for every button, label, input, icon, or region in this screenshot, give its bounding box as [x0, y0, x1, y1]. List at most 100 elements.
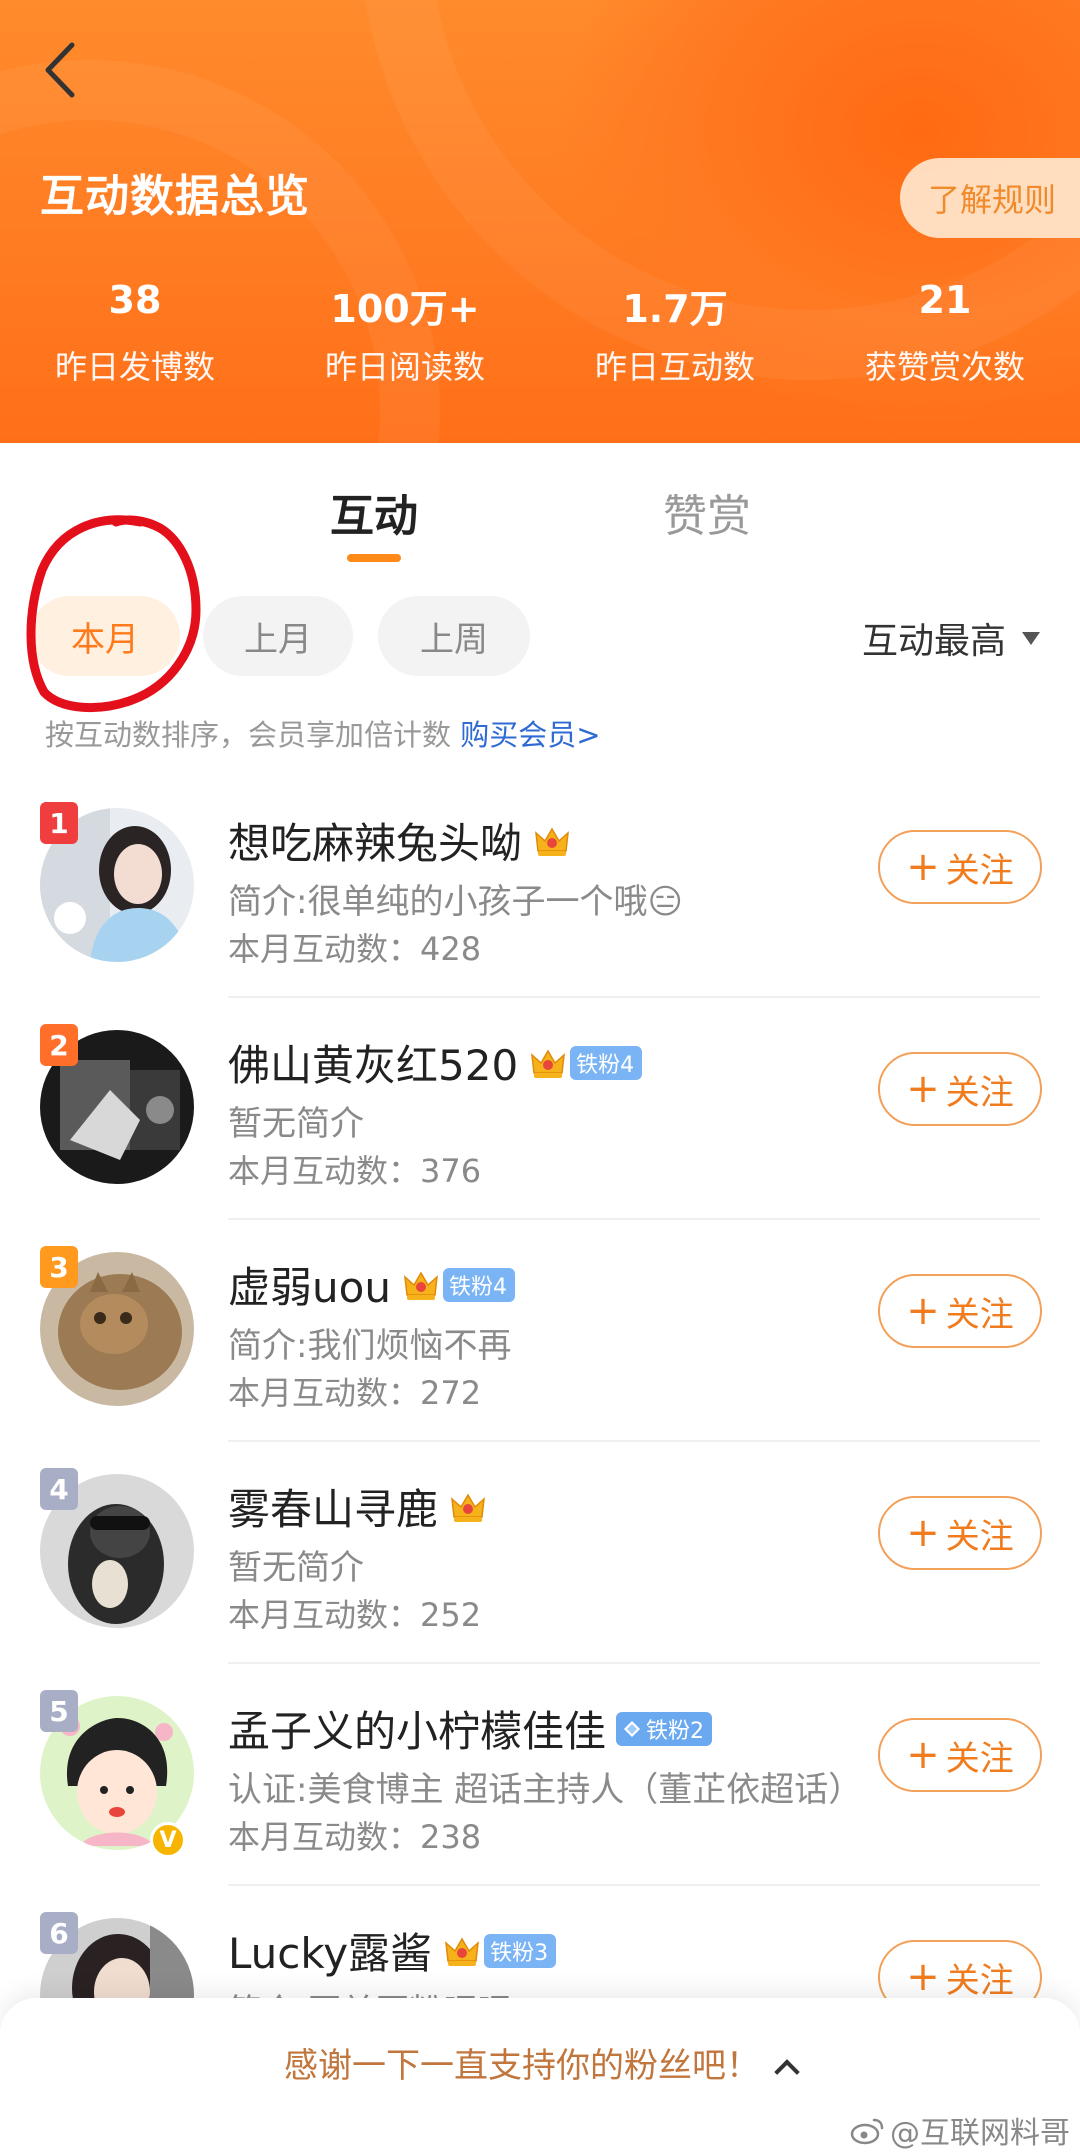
fan-interaction-count: 本月互动数：376: [228, 1152, 482, 1190]
tab-indicator: [347, 554, 401, 562]
stat-interactions: 1.7万 昨日互动数: [540, 278, 810, 388]
list-item[interactable]: 3 虚弱uou 铁粉4 简介:我们烦恼不再 本月互动数：272 + 关注: [0, 1220, 1080, 1442]
fan-interaction-count: 本月互动数：272: [228, 1374, 482, 1412]
diamond-icon: [624, 1720, 641, 1737]
name-line: 孟子义的小柠檬佳佳 铁粉2: [228, 1698, 713, 1759]
rank-badge: 5: [40, 1690, 78, 1732]
follow-label: 关注: [945, 1294, 1014, 1335]
name-line: 雾春山寻鹿: [228, 1476, 488, 1537]
stat-label: 昨日互动数: [594, 348, 755, 386]
plus-icon: +: [906, 1288, 940, 1334]
period-last-month[interactable]: 上月: [203, 596, 353, 676]
fan-name[interactable]: 虚弱uou: [228, 1254, 391, 1315]
follow-button[interactable]: + 关注: [878, 1052, 1042, 1126]
plus-icon: +: [906, 1066, 940, 1112]
stat-posts: 38 昨日发博数: [0, 278, 270, 388]
verified-badge-icon: V: [150, 1822, 186, 1858]
fan-level-badge: 铁粉3: [484, 1933, 557, 1968]
stats-bar: 38 昨日发博数 100万+ 昨日阅读数 1.7万 昨日互动数 21 获赞赏次数: [0, 278, 1080, 388]
stat-label: 昨日阅读数: [324, 348, 485, 386]
name-line: Lucky露酱 铁粉3: [228, 1920, 557, 1981]
follow-button[interactable]: + 关注: [878, 1718, 1042, 1792]
fan-name[interactable]: 孟子义的小柠檬佳佳: [228, 1698, 606, 1759]
page-title: 互动数据总览: [40, 171, 310, 222]
fan-level-badge: 铁粉2: [616, 1711, 713, 1746]
sort-dropdown[interactable]: 互动最高: [862, 612, 1040, 664]
stat-value: 38: [108, 278, 162, 322]
stat-label: 昨日发博数: [54, 348, 215, 386]
period-last-week[interactable]: 上周: [378, 596, 530, 676]
rank-badge: 2: [40, 1024, 78, 1066]
follow-button[interactable]: + 关注: [878, 1274, 1042, 1348]
crown-icon: [535, 827, 569, 856]
list-item[interactable]: 4 雾春山寻鹿 暂无简介 本月互动数：252 + 关注: [0, 1442, 1080, 1664]
watermark: @互联网料哥: [850, 2108, 1070, 2152]
chevron-up-icon: [774, 2059, 800, 2085]
fan-level-label: 铁粉2: [646, 1718, 705, 1744]
stat-label: 获赞赏次数: [864, 348, 1025, 386]
thank-fans-bar[interactable]: 感谢一下一直支持你的粉丝吧！ @互联网料哥: [0, 1998, 1080, 2155]
crown-icon: [531, 1049, 566, 1078]
follow-button[interactable]: + 关注: [878, 830, 1042, 904]
name-line: 佛山黄灰红520 铁粉4: [228, 1032, 643, 1093]
follow-label: 关注: [945, 1738, 1014, 1779]
follow-button[interactable]: + 关注: [878, 1496, 1042, 1570]
rank-badge: 1: [40, 802, 78, 844]
rank-badge: 4: [40, 1468, 78, 1510]
crown-icon: [451, 1493, 485, 1522]
plus-icon: +: [906, 844, 940, 890]
name-line: 虚弱uou 铁粉4: [228, 1254, 515, 1315]
thank-fans-text[interactable]: 感谢一下一直支持你的粉丝吧！: [0, 2038, 1080, 2087]
follow-label: 关注: [945, 850, 1014, 891]
follow-label: 关注: [945, 1516, 1014, 1557]
thank-fans-label: 感谢一下一直支持你的粉丝吧！: [284, 2046, 760, 2086]
main-tabs: 互动 赞赏: [0, 470, 1080, 570]
fan-desc: 暂无简介: [228, 1104, 364, 1144]
rank-badge: 6: [40, 1912, 78, 1954]
fan-name[interactable]: 雾春山寻鹿: [228, 1476, 438, 1537]
fan-desc: 暂无简介: [228, 1548, 364, 1588]
hint-text: 按互动数排序，会员享加倍计数: [45, 718, 461, 752]
tab-interaction[interactable]: 互动: [330, 480, 418, 544]
list-item[interactable]: 2 佛山黄灰红520 铁粉4 暂无简介 本月互动数：376 + 关注: [0, 998, 1080, 1220]
plus-icon: +: [906, 1510, 940, 1556]
rank-badge: 3: [40, 1246, 78, 1288]
list-item[interactable]: 5 V 孟子义的小柠檬佳佳 铁粉2 认证:美食博主 超话主持人（董芷依超话） 本…: [0, 1664, 1080, 1886]
follow-label: 关注: [945, 1072, 1014, 1113]
fan-name[interactable]: 佛山黄灰红520: [228, 1032, 518, 1093]
buy-vip-link[interactable]: 购买会员>: [460, 718, 600, 752]
sort-label: 互动最高: [861, 621, 1006, 662]
rules-button[interactable]: 了解规则: [900, 158, 1080, 238]
crown-icon: [445, 1937, 480, 1966]
fan-name[interactable]: 想吃麻辣兔头呦: [228, 810, 522, 871]
fan-interaction-count: 本月互动数：428: [228, 930, 482, 968]
watermark-text: @互联网料哥: [890, 2116, 1070, 2151]
chevron-left-icon: [45, 42, 75, 98]
stat-rewards: 21 获赞赏次数: [810, 278, 1080, 388]
sort-hint: 按互动数排序，会员享加倍计数 购买会员>: [45, 712, 601, 754]
list-item[interactable]: 1 想吃麻辣兔头呦 简介:很单纯的小孩子一个哦😑 本月互动数：428 + 关注: [0, 776, 1080, 998]
fan-interaction-count: 本月互动数：238: [228, 1818, 482, 1856]
stat-reads: 100万+ 昨日阅读数: [270, 278, 540, 388]
fan-level-badge: 铁粉4: [442, 1267, 515, 1302]
fan-interaction-count: 本月互动数：252: [228, 1596, 482, 1634]
tab-rewards[interactable]: 赞赏: [663, 480, 751, 544]
back-button[interactable]: [30, 40, 90, 100]
fan-name[interactable]: Lucky露酱: [228, 1920, 432, 1981]
header-banner: 互动数据总览 了解规则 38 昨日发博数 100万+ 昨日阅读数 1.7万 昨日…: [0, 0, 1080, 443]
fan-desc: 认证:美食博主 超话主持人（董芷依超话）: [228, 1770, 863, 1810]
stat-value: 21: [918, 278, 972, 322]
caret-down-icon: [1022, 631, 1040, 645]
fan-desc: 简介:我们烦恼不再: [228, 1326, 512, 1366]
name-line: 想吃麻辣兔头呦: [228, 810, 572, 871]
crown-icon: [403, 1271, 438, 1300]
stat-value: 100万+: [330, 287, 480, 331]
plus-icon: +: [906, 1954, 940, 2000]
fan-desc: 简介:很单纯的小孩子一个哦😑: [228, 882, 683, 922]
stat-value: 1.7万: [622, 287, 728, 331]
weibo-logo-icon: [850, 2118, 884, 2145]
follow-label: 关注: [945, 1960, 1014, 2001]
plus-icon: +: [906, 1732, 940, 1778]
period-this-month[interactable]: 本月: [30, 596, 180, 676]
fan-level-badge: 铁粉4: [570, 1045, 643, 1080]
